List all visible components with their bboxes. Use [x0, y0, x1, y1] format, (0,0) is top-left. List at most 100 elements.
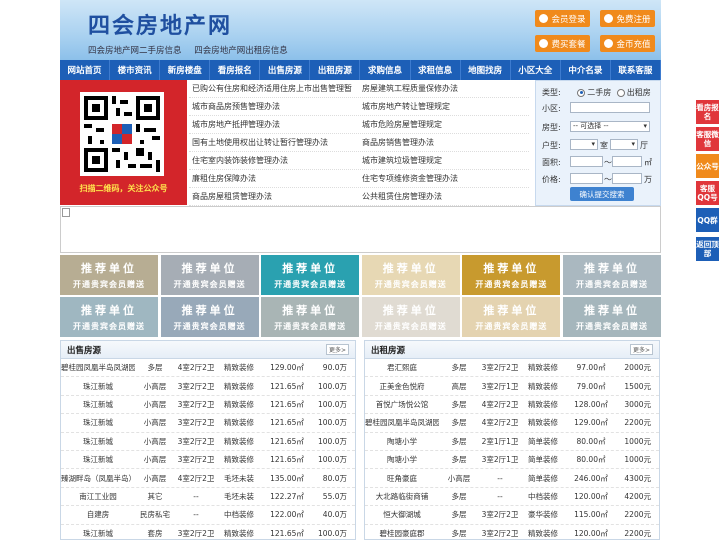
recommend-tile[interactable]: 推荐单位 开通贵宾会员赠送 — [563, 255, 661, 295]
tile-subtitle: 开通贵宾会员赠送 — [73, 280, 145, 289]
listing-row[interactable]: 正美金色悦府 高层 3室2厅1卫 精致装修 79.00㎡ 1500元 — [365, 377, 659, 396]
policy-link[interactable]: 城市危险房屋管理规定 — [359, 119, 529, 130]
room-select[interactable]: ▾ — [570, 139, 598, 150]
listing-cell: 珠江新城 — [83, 528, 113, 538]
size-label: 面积: — [542, 158, 561, 167]
price-max-input[interactable] — [612, 173, 642, 184]
policy-link[interactable]: 国有土地使用权出让转让暂行管理办法 — [189, 137, 359, 148]
recommend-tile[interactable]: 推荐单位 开通贵宾会员赠送 — [60, 297, 158, 337]
side-float-button[interactable]: 客服QQ号 — [696, 181, 719, 205]
price-min-input[interactable] — [570, 173, 603, 184]
user-icon — [539, 14, 549, 23]
policy-link[interactable]: 廉租住房保障办法 — [189, 173, 359, 184]
radio-rent[interactable]: 出租房 — [616, 88, 651, 97]
size-max-input[interactable] — [612, 156, 642, 167]
policy-link[interactable]: 城市房地产抵押管理办法 — [189, 119, 359, 130]
listing-row[interactable]: 自建房 民房私宅 -- 中档装修 122.00㎡ 40.0万 — [61, 506, 355, 525]
listing-row[interactable]: 首悦广场悦公馆 多层 4室2厅2卫 精致装修 128.00㎡ 3000元 — [365, 396, 659, 415]
price-label: 价格: — [542, 175, 561, 184]
policy-link[interactable]: 商品房销售管理办法 — [359, 137, 529, 148]
nav-item[interactable]: 出售房源 — [260, 60, 311, 80]
side-float-button[interactable]: 客服微信 — [696, 127, 719, 151]
rent-more-link[interactable]: 更多> — [629, 344, 653, 355]
nav-item[interactable]: 地图找房 — [461, 60, 511, 80]
policy-link[interactable]: 城市房地产转让管理规定 — [359, 101, 529, 112]
listing-row[interactable]: 大北路临街商铺 多层 -- 中档装修 120.00㎡ 4200元 — [365, 488, 659, 507]
side-float-button[interactable]: QQ群 — [696, 208, 719, 232]
listing-row[interactable]: 珠江新城 小高层 3室2厅2卫 精致装修 121.65㎡ 100.0万 — [61, 414, 355, 433]
policy-link[interactable]: 住宅室内装饰装修管理办法 — [189, 155, 359, 166]
search-submit-button[interactable]: 确认提交搜索 — [570, 187, 634, 201]
listing-row[interactable]: 陶塘小学 多层 3室2厅1卫 简单装修 80.00㎡ 1000元 — [365, 451, 659, 470]
register-button[interactable]: 免费注册 — [600, 10, 655, 27]
rent-panel: 出租房源 更多> 君汇熙庭 多层 3室2厅2卫 精致装修 97.00㎡ 2000元 正美金色… — [364, 340, 660, 540]
policy-link[interactable]: 房屋建筑工程质量保修办法 — [359, 83, 529, 94]
listing-row[interactable]: 碧桂园豪庭郡 多层 3室2厅2卫 精致装修 120.00㎡ 2200元 — [365, 525, 659, 540]
policy-link[interactable]: 住宅专项维修资金管理办法 — [359, 173, 529, 184]
nav-item[interactable]: 出租房源 — [310, 60, 361, 80]
side-float-button[interactable]: 看房报名 — [696, 100, 719, 124]
recommend-tile[interactable]: 推荐单位 开通贵宾会员赠送 — [261, 255, 360, 295]
recommend-tile[interactable]: 推荐单位 开通贵宾会员赠送 — [462, 297, 561, 337]
nav-item[interactable]: 网站首页 — [60, 60, 111, 80]
tile-subtitle: 开通贵宾会员赠送 — [475, 280, 548, 289]
policy-link[interactable]: 公共租赁住房管理办法 — [359, 191, 529, 202]
listing-cell: 120.00㎡ — [574, 528, 608, 538]
sale-more-link[interactable]: 更多> — [325, 344, 349, 355]
listing-cell: 简单装修 — [528, 436, 558, 446]
recommend-tile[interactable]: 推荐单位 开通贵宾会员赠送 — [462, 255, 561, 295]
listing-cell: 珠江新城 — [83, 418, 113, 428]
nav-item[interactable]: 小区大全 — [511, 60, 561, 80]
listing-row[interactable]: 珠江新城 小高层 3室2厅2卫 精致装修 121.65㎡ 100.0万 — [61, 396, 355, 415]
header-link-rent[interactable]: 四会房地产网出租房信息 — [194, 46, 288, 56]
recommend-tile[interactable]: 推荐单位 开通贵宾会员赠送 — [563, 297, 661, 337]
listing-row[interactable]: 碧桂园凤凰半岛凤湖园 多层 4室2厅2卫 精致装修 129.00㎡ 90.0万 — [61, 359, 355, 378]
listing-row[interactable]: 珠江新城 小高层 3室2厅2卫 精致装修 121.65㎡ 100.0万 — [61, 377, 355, 396]
package-button[interactable]: 费买套餐 — [535, 35, 590, 52]
nav-item[interactable]: 看房报名 — [210, 60, 261, 80]
kind-select[interactable]: -- 可选择 -- ▾ — [570, 121, 650, 132]
ad-banner[interactable] — [60, 206, 661, 253]
nav-item[interactable]: 中介名录 — [561, 60, 611, 80]
hall-select[interactable]: ▾ — [610, 139, 638, 150]
side-float-button[interactable]: 返回顶部 — [696, 237, 719, 261]
recommend-tile[interactable]: 推荐单位 开通贵宾会员赠送 — [361, 297, 460, 337]
recommend-tile[interactable]: 推荐单位 开通贵宾会员赠送 — [160, 297, 259, 337]
recommend-tile[interactable]: 推荐单位 开通贵宾会员赠送 — [361, 255, 460, 295]
login-button[interactable]: 会员登录 — [535, 10, 590, 27]
listing-row[interactable]: 旺角豪庭 小高层 -- 简单装修 246.00㎡ 4300元 — [365, 469, 659, 488]
policy-link[interactable]: 城市商品房预售管理办法 — [189, 101, 359, 112]
area-input[interactable] — [570, 102, 650, 113]
listing-row[interactable]: 君汇熙庭 多层 3室2厅2卫 精致装修 97.00㎡ 2000元 — [365, 359, 659, 378]
listing-row[interactable]: 臻湖畔岛（凤凰半岛） 小高层 4室2厅2卫 毛坯未装 135.00㎡ 80.0万 — [61, 469, 355, 488]
listing-row[interactable]: 恒大御湖城 多层 3室2厅2卫 豪华装修 115.00㎡ 2200元 — [365, 506, 659, 525]
recommend-tile[interactable]: 推荐单位 开通贵宾会员赠送 — [160, 255, 259, 295]
side-float-button[interactable]: 公众号 — [696, 154, 719, 178]
policy-link[interactable]: 城市建筑垃圾管理规定 — [359, 155, 529, 166]
tile-subtitle: 开通贵宾会员赠送 — [374, 280, 447, 289]
listing-row[interactable]: 陶塘小学 多层 2室1厅1卫 简单装修 80.00㎡ 1000元 — [365, 433, 659, 451]
size-min-input[interactable] — [570, 156, 603, 167]
nav-item[interactable]: 联系客服 — [611, 60, 661, 80]
recommend-tile[interactable]: 推荐单位 开通贵宾会员赠送 — [60, 255, 158, 295]
radio-sale[interactable]: 二手房 — [577, 88, 611, 97]
listing-row[interactable]: 珠江新城 小高层 3室2厅2卫 精致装修 121.65㎡ 100.0万 — [61, 451, 355, 470]
policy-link[interactable]: 已购公有住房和经济适用住房上市出售管理暂 — [189, 83, 359, 94]
listing-row[interactable]: 南江工业园 其它 -- 毛坯未装 122.27㎡ 55.0万 — [61, 488, 355, 507]
listing-cell: 3000元 — [624, 399, 651, 409]
listing-row[interactable]: 碧桂园凤凰半岛凤湖园 多层 4室2厅2卫 精致装修 129.00㎡ 2200元 — [365, 414, 659, 433]
header-link-sale[interactable]: 四会房地产网二手房信息 — [88, 46, 182, 56]
listing-cell: 多层 — [147, 363, 163, 373]
recharge-button[interactable]: 金币充值 — [600, 35, 655, 52]
nav-item[interactable]: 求租信息 — [411, 60, 461, 80]
policy-link[interactable]: 商品房屋租赁管理办法 — [189, 191, 359, 202]
nav-item[interactable]: 楼市资讯 — [110, 60, 161, 80]
site-logo[interactable]: 四会房地产网 — [88, 8, 232, 40]
nav-item[interactable]: 求购信息 — [360, 60, 411, 80]
nav-item[interactable]: 新房楼盘 — [160, 60, 211, 80]
listing-row[interactable]: 珠江新城 小高层 3室2厅2卫 精致装修 121.65㎡ 100.0万 — [61, 433, 355, 451]
recommend-tile[interactable]: 推荐单位 开通贵宾会员赠送 — [261, 297, 360, 337]
listing-cell: 246.00㎡ — [574, 473, 608, 483]
search-panel: 类型: 二手房 出租房 小区: 房型: -- 可选择 -- ▾ 户型: ▾ 室 ▾… — [535, 80, 661, 206]
listing-row[interactable]: 珠江新城 套房 3室2厅2卫 精致装修 121.65㎡ 100.0万 — [61, 525, 355, 540]
